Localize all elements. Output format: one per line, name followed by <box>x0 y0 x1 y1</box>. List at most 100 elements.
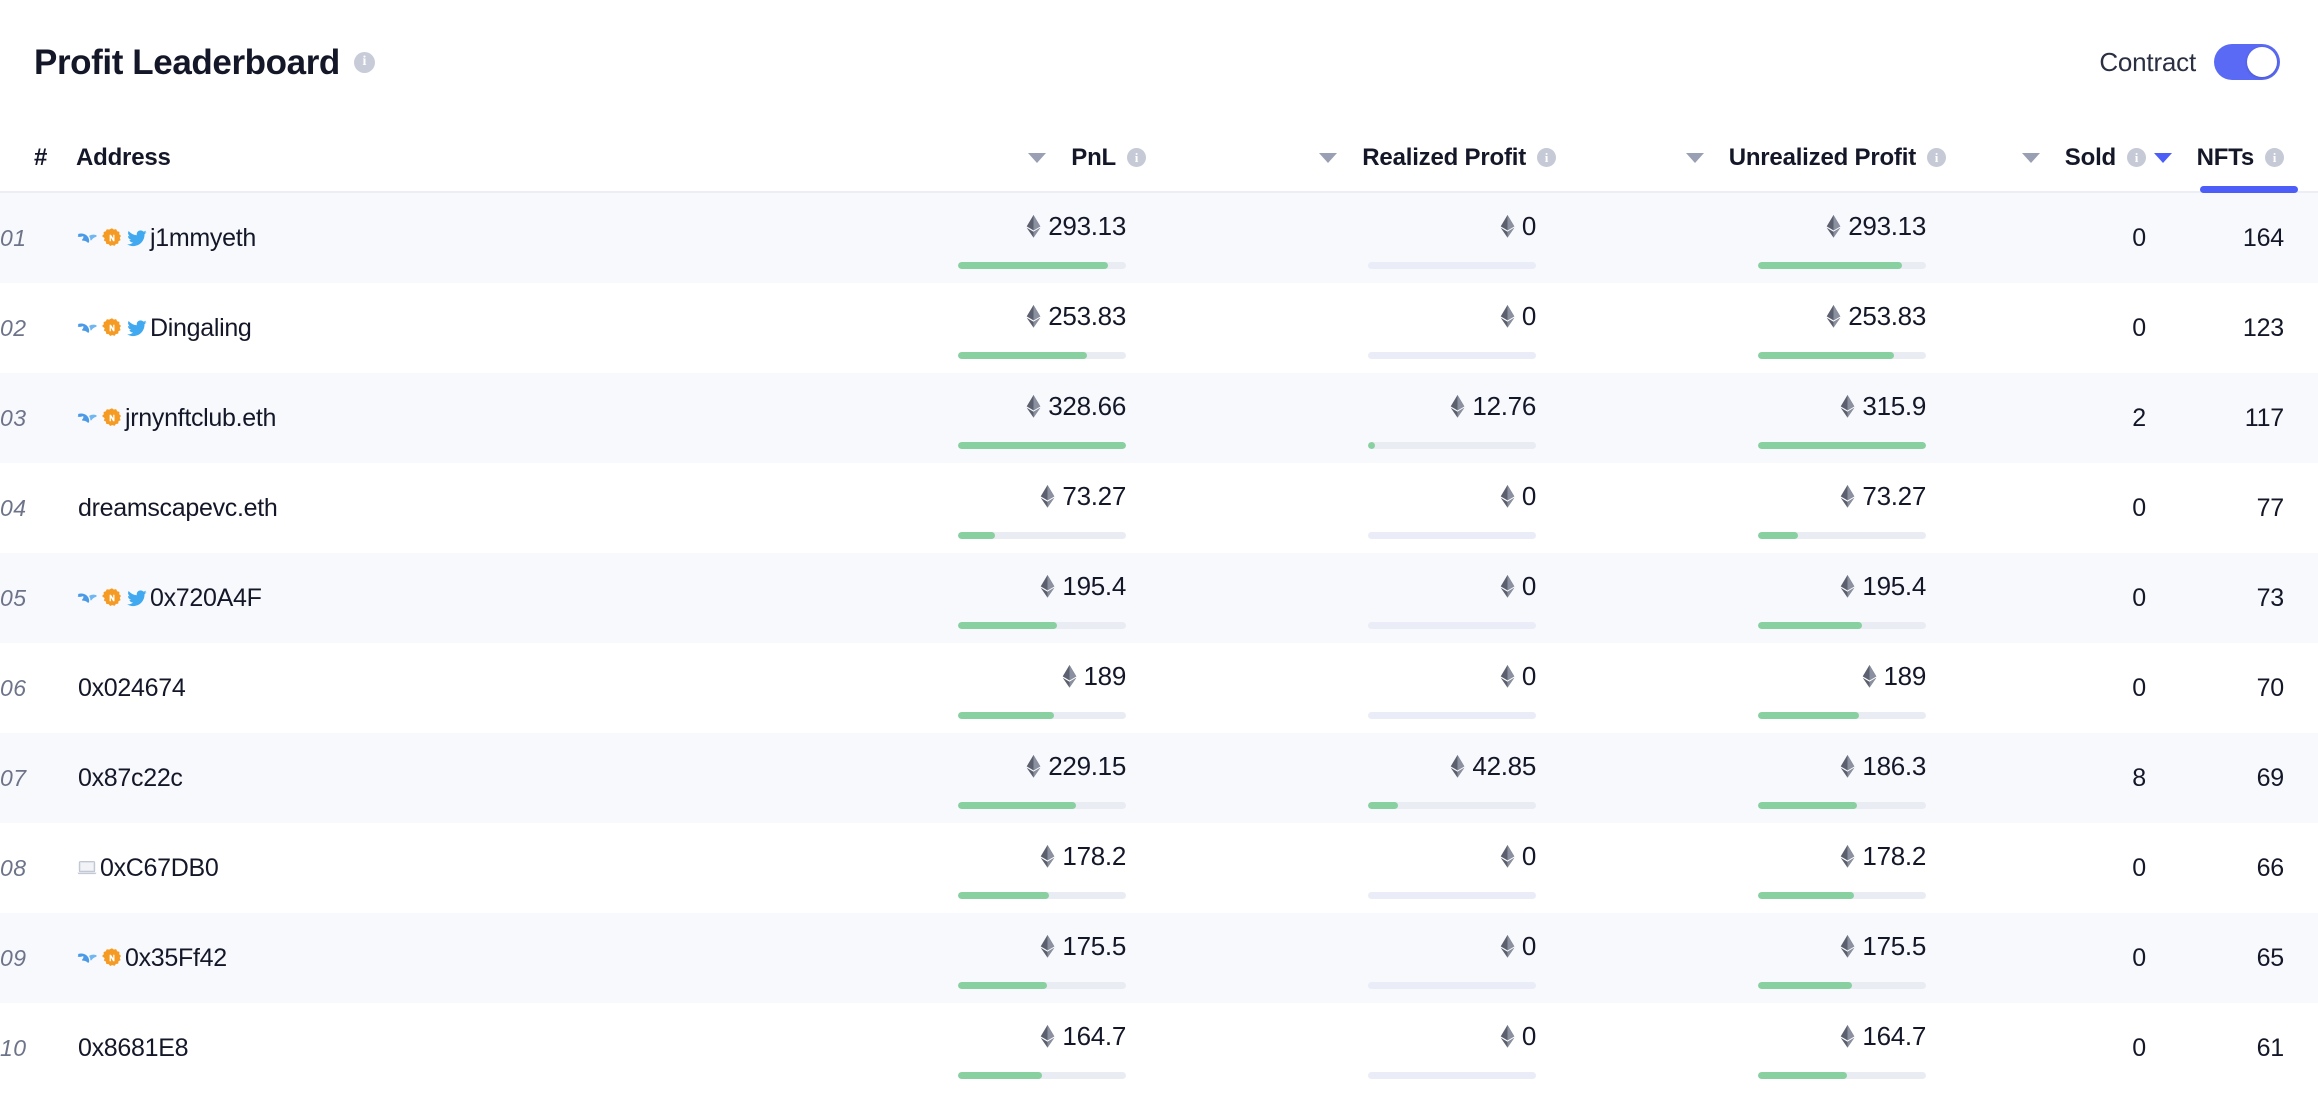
table-row[interactable]: 01 j1mmyeth 293.13 0 293.13 0 164 <box>0 192 2318 283</box>
contract-toggle-switch[interactable] <box>2214 44 2280 80</box>
row-rank: 10 <box>0 1034 27 1061</box>
unrealized-profit-bar-track <box>1758 262 1926 269</box>
pnl-info-icon[interactable]: i <box>1127 148 1146 167</box>
realized-profit-bar-track <box>1368 982 1536 989</box>
realized-profit-value: 42.85 <box>1472 751 1536 781</box>
pnl-cell: 164.7 <box>756 1003 1146 1093</box>
column-label-realized-profit: Realized Profit <box>1362 143 1526 171</box>
table-row[interactable]: 04 dreamscapevc.eth 73.27 0 73.27 0 77 <box>0 463 2318 553</box>
row-address-label: 0x87c22c <box>78 763 183 792</box>
pnl-value-group: 293.13 <box>1026 211 1126 242</box>
nft-hex-icon[interactable] <box>101 587 123 609</box>
row-address-cell[interactable]: jrnynftclub.eth <box>76 373 756 463</box>
nft-hex-icon[interactable] <box>101 407 123 429</box>
sort-caret-unrealized-icon[interactable] <box>1685 152 1704 163</box>
row-sold-value: 2 <box>2132 403 2146 432</box>
pnl-bar-fill <box>958 442 1126 449</box>
twitter-icon[interactable] <box>126 227 148 249</box>
pnl-bar-track <box>958 352 1126 359</box>
dolphin-icon[interactable] <box>76 587 98 609</box>
row-address-cell[interactable]: dreamscapevc.eth <box>76 463 756 553</box>
dolphin-icon[interactable] <box>76 317 98 339</box>
row-address-label: 0xC67DB0 <box>100 853 219 882</box>
pnl-cell: 229.15 <box>756 733 1146 823</box>
column-header-nfts[interactable]: NFTs i <box>2146 124 2318 193</box>
pnl-value: 293.13 <box>1048 211 1126 241</box>
laptop-icon[interactable] <box>76 857 98 879</box>
row-address-cell[interactable]: 0x024674 <box>76 643 756 733</box>
row-address-cell[interactable]: 0xC67DB0 <box>76 823 756 913</box>
sort-caret-sold-icon[interactable] <box>2021 152 2040 163</box>
table-row[interactable]: 02 Dingaling 253.83 0 253.83 0 123 <box>0 283 2318 373</box>
table-row[interactable]: 06 0x024674 189 0 189 0 70 <box>0 643 2318 733</box>
row-address-label: 0x720A4F <box>150 583 262 612</box>
row-address-cell[interactable]: 0x87c22c <box>76 733 756 823</box>
unrealized-profit-bar-track <box>1758 442 1926 449</box>
nft-hex-icon[interactable] <box>101 317 123 339</box>
unrealized-profit-bar-fill <box>1758 1072 1848 1079</box>
row-address-cell[interactable]: 0x720A4F <box>76 553 756 643</box>
sort-caret-realized-icon[interactable] <box>1319 152 1338 163</box>
row-address-cell[interactable]: j1mmyeth <box>76 192 756 283</box>
unrealized-profit-value-group: 189 <box>1862 661 1926 692</box>
pnl-cell: 178.2 <box>756 823 1146 913</box>
realized-profit-info-icon[interactable]: i <box>1537 148 1556 167</box>
row-address-label: jrnynftclub.eth <box>125 403 277 432</box>
nft-hex-icon[interactable] <box>101 947 123 969</box>
table-row[interactable]: 10 0x8681E8 164.7 0 164.7 0 61 <box>0 1003 2318 1093</box>
unrealized-profit-bar-fill <box>1758 982 1853 989</box>
row-rank: 01 <box>0 224 27 251</box>
column-label-pnl: PnL <box>1071 143 1116 171</box>
title-info-icon[interactable]: i <box>353 51 375 73</box>
unrealized-profit-bar-fill <box>1758 622 1863 629</box>
unrealized-profit-info-icon[interactable]: i <box>1927 148 1946 167</box>
column-header-pnl[interactable]: PnL i <box>756 124 1146 192</box>
unrealized-profit-value-group: 164.7 <box>1840 1021 1926 1052</box>
pnl-bar-fill <box>958 892 1049 899</box>
column-label-unrealized-profit: Unrealized Profit <box>1728 143 1917 171</box>
table-row[interactable]: 03 jrnynftclub.eth 328.66 12.76 315.9 2 117 <box>0 373 2318 463</box>
column-header-address: Address <box>76 124 756 192</box>
realized-profit-bar-track <box>1368 622 1536 629</box>
row-nfts-value: 164 <box>2242 223 2284 252</box>
row-address-cell[interactable]: Dingaling <box>76 283 756 373</box>
unrealized-profit-cell: 315.9 <box>1556 373 1946 463</box>
page-header: Profit Leaderboard i Contract <box>0 0 2318 124</box>
pnl-bar-fill <box>958 712 1054 719</box>
table-row[interactable]: 08 0xC67DB0 178.2 0 178.2 0 66 <box>0 823 2318 913</box>
nfts-info-icon[interactable]: i <box>2265 148 2284 167</box>
unrealized-profit-value: 189 <box>1883 661 1927 691</box>
row-address-cell[interactable]: 0x35Ff42 <box>76 913 756 1003</box>
dolphin-icon[interactable] <box>76 947 98 969</box>
twitter-icon[interactable] <box>126 587 148 609</box>
row-address-cell[interactable]: 0x8681E8 <box>76 1003 756 1093</box>
sold-info-icon[interactable]: i <box>2127 148 2146 167</box>
table-row[interactable]: 07 0x87c22c 229.15 42.85 186.3 8 69 <box>0 733 2318 823</box>
toggle-knob <box>2247 47 2277 77</box>
row-sold-value: 0 <box>2132 313 2146 342</box>
pnl-bar-fill <box>958 352 1088 359</box>
table-row[interactable]: 09 0x35Ff42 175.5 0 175.5 0 65 <box>0 913 2318 1003</box>
dolphin-icon[interactable] <box>76 407 98 429</box>
sort-caret-pnl-icon[interactable] <box>1028 152 1047 163</box>
sort-caret-nfts-icon[interactable] <box>2153 152 2172 163</box>
dolphin-icon[interactable] <box>76 227 98 249</box>
nft-hex-icon[interactable] <box>101 227 123 249</box>
column-header-realized-profit[interactable]: Realized Profit i <box>1146 124 1556 192</box>
column-header-sold[interactable]: Sold i <box>1946 124 2146 192</box>
unrealized-profit-value-group: 315.9 <box>1840 391 1926 422</box>
twitter-icon[interactable] <box>126 317 148 339</box>
column-header-unrealized-profit[interactable]: Unrealized Profit i <box>1556 124 1946 192</box>
realized-profit-value-group: 0 <box>1500 571 1536 602</box>
table-row[interactable]: 05 0x720A4F 195.4 0 195.4 0 73 <box>0 553 2318 643</box>
realized-profit-cell: 0 <box>1146 463 1556 553</box>
pnl-value: 178.2 <box>1062 841 1126 871</box>
row-address-label: 0x024674 <box>78 673 186 702</box>
unrealized-profit-value: 195.4 <box>1862 571 1926 601</box>
unrealized-profit-value-group: 293.13 <box>1826 211 1926 242</box>
unrealized-profit-bar-track <box>1758 802 1926 809</box>
row-sold-value: 0 <box>2132 1033 2146 1062</box>
realized-profit-value-group: 0 <box>1500 301 1536 332</box>
pnl-value: 164.7 <box>1062 1021 1126 1051</box>
contract-toggle-group[interactable]: Contract <box>2099 44 2280 80</box>
